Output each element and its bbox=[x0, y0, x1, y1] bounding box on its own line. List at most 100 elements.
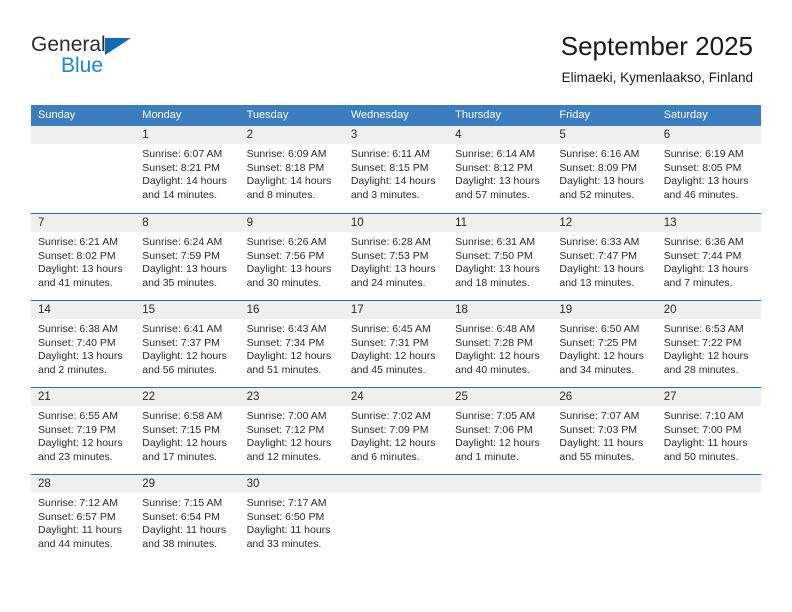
calendar-day-cell[interactable]: 10 Sunrise: 6:28 AM Sunset: 7:53 PM Dayligh… bbox=[343, 214, 449, 300]
calendar-day-cell[interactable]: 30 Sunrise: 7:17 AM Sunset: 6:50 PM Dayligh… bbox=[239, 475, 344, 562]
sunrise-text: Sunrise: 6:45 AM bbox=[350, 323, 431, 335]
calendar-day-cell-empty bbox=[552, 475, 657, 562]
sunset-text: Sunset: 7:47 PM bbox=[559, 249, 638, 262]
day-details: Sunrise: 6:38 AM Sunset: 7:40 PM Daylight:… bbox=[31, 319, 135, 377]
day-number bbox=[31, 126, 136, 144]
daylight-text-line1: Daylight: 13 hours bbox=[246, 263, 332, 276]
day-details: Sunrise: 6:16 AM Sunset: 8:09 PM Daylight:… bbox=[552, 144, 656, 202]
calendar-day-cell[interactable]: 7 Sunrise: 6:21 AM Sunset: 8:02 PM Daylight… bbox=[31, 214, 136, 300]
calendar-day-cell[interactable]: 24 Sunrise: 7:02 AM Sunset: 7:09 PM Dayligh… bbox=[343, 388, 449, 474]
calendar-day-cell[interactable]: 6 Sunrise: 6:19 AM Sunset: 8:05 PM Daylight… bbox=[656, 126, 761, 213]
calendar-day-cell[interactable]: 28 Sunrise: 7:12 AM Sunset: 6:57 PM Dayligh… bbox=[31, 475, 136, 562]
calendar-day-cell[interactable]: 15 Sunrise: 6:41 AM Sunset: 7:37 PM Dayligh… bbox=[135, 301, 240, 387]
day-details: Sunrise: 6:53 AM Sunset: 7:22 PM Daylight:… bbox=[657, 319, 761, 377]
sunrise-text: Sunrise: 6:55 AM bbox=[38, 410, 118, 422]
calendar-day-cell[interactable]: 21 Sunrise: 6:55 AM Sunset: 7:19 PM Dayligh… bbox=[31, 388, 136, 474]
calendar-day-cell[interactable]: 22 Sunrise: 6:58 AM Sunset: 7:15 PM Dayligh… bbox=[135, 388, 240, 474]
day-number: 7 bbox=[31, 214, 136, 232]
calendar-day-cell-empty bbox=[448, 475, 553, 562]
day-details: Sunrise: 7:12 AM Sunset: 6:57 PM Daylight:… bbox=[31, 493, 135, 551]
day-number bbox=[552, 475, 657, 493]
day-number: 27 bbox=[656, 388, 761, 406]
weekday-header-thursday: Thursday bbox=[455, 109, 501, 121]
calendar-day-cell[interactable]: 11 Sunrise: 6:31 AM Sunset: 7:50 PM Dayligh… bbox=[448, 214, 553, 300]
calendar-day-cell[interactable]: 4 Sunrise: 6:14 AM Sunset: 8:12 PM Daylight… bbox=[448, 126, 553, 213]
sunset-text: Sunset: 8:18 PM bbox=[246, 161, 325, 174]
weekday-header-sunday: Sunday bbox=[38, 109, 76, 121]
calendar-day-cell[interactable]: 5 Sunrise: 6:16 AM Sunset: 8:09 PM Daylight… bbox=[552, 126, 657, 213]
daylight-text-line2: and 13 minutes. bbox=[559, 276, 635, 289]
sunset-text: Sunset: 8:12 PM bbox=[455, 161, 533, 174]
day-number: 5 bbox=[552, 126, 657, 144]
calendar-day-cell[interactable]: 13 Sunrise: 6:36 AM Sunset: 7:44 PM Dayligh… bbox=[656, 214, 761, 300]
calendar-day-cell[interactable]: 23 Sunrise: 7:00 AM Sunset: 7:12 PM Dayligh… bbox=[239, 388, 344, 474]
calendar-day-cell[interactable]: 3 Sunrise: 6:11 AM Sunset: 8:15 PM Daylight… bbox=[343, 126, 449, 213]
day-details: Sunrise: 6:07 AM Sunset: 8:21 PM Daylight:… bbox=[135, 144, 239, 202]
daylight-text-line2: and 45 minutes. bbox=[350, 363, 426, 376]
sunset-text: Sunset: 7:19 PM bbox=[38, 423, 116, 436]
calendar-day-cell[interactable]: 20 Sunrise: 6:53 AM Sunset: 7:22 PM Dayligh… bbox=[656, 301, 761, 387]
sunrise-text: Sunrise: 6:07 AM bbox=[142, 148, 223, 160]
generalblue-logo[interactable]: General Blue bbox=[31, 33, 151, 81]
sunrise-text: Sunrise: 6:58 AM bbox=[142, 410, 223, 422]
daylight-text-line2: and 35 minutes. bbox=[142, 276, 217, 289]
calendar-day-cell[interactable]: 9 Sunrise: 6:26 AM Sunset: 7:56 PM Daylight… bbox=[239, 214, 344, 300]
calendar-day-cell[interactable]: 14 Sunrise: 6:38 AM Sunset: 7:40 PM Dayligh… bbox=[31, 301, 136, 387]
daylight-text-line2: and 24 minutes. bbox=[350, 276, 426, 289]
day-details: Sunrise: 6:50 AM Sunset: 7:25 PM Daylight:… bbox=[552, 319, 656, 377]
daylight-text-line1: Daylight: 13 hours bbox=[38, 263, 123, 276]
calendar-day-cell[interactable]: 8 Sunrise: 6:24 AM Sunset: 7:59 PM Daylight… bbox=[135, 214, 240, 300]
day-number: 1 bbox=[135, 126, 240, 144]
daylight-text-line2: and 12 minutes. bbox=[246, 450, 322, 463]
calendar-day-cell[interactable]: 19 Sunrise: 6:50 AM Sunset: 7:25 PM Dayligh… bbox=[552, 301, 657, 387]
daylight-text-line1: Daylight: 12 hours bbox=[142, 437, 227, 450]
sunset-text: Sunset: 8:02 PM bbox=[38, 249, 116, 262]
sunset-text: Sunset: 8:15 PM bbox=[350, 161, 429, 174]
sunrise-text: Sunrise: 6:38 AM bbox=[38, 323, 118, 335]
sunset-text: Sunset: 7:12 PM bbox=[246, 423, 325, 436]
daylight-text-line2: and 33 minutes. bbox=[246, 537, 322, 550]
sunrise-text: Sunrise: 6:19 AM bbox=[663, 148, 744, 160]
sunset-text: Sunset: 8:09 PM bbox=[559, 161, 638, 174]
day-details: Sunrise: 7:10 AM Sunset: 7:00 PM Daylight:… bbox=[657, 406, 761, 464]
calendar-week-row: 1 Sunrise: 6:07 AM Sunset: 8:21 PM Daylight… bbox=[31, 126, 761, 213]
sunrise-text: Sunrise: 7:15 AM bbox=[142, 497, 223, 509]
daylight-text-line1: Daylight: 11 hours bbox=[663, 437, 748, 450]
calendar-day-cell[interactable]: 12 Sunrise: 6:33 AM Sunset: 7:47 PM Dayligh… bbox=[552, 214, 657, 300]
weekday-header-monday: Monday bbox=[142, 109, 182, 121]
calendar-day-cell[interactable]: 2 Sunrise: 6:09 AM Sunset: 8:18 PM Daylight… bbox=[239, 126, 344, 213]
day-details: Sunrise: 6:41 AM Sunset: 7:37 PM Daylight:… bbox=[135, 319, 239, 377]
calendar-week-row: 7 Sunrise: 6:21 AM Sunset: 8:02 PM Daylight… bbox=[31, 213, 761, 300]
daylight-text-line2: and 23 minutes. bbox=[38, 450, 113, 463]
sunset-text: Sunset: 8:21 PM bbox=[142, 161, 220, 174]
calendar-day-cell[interactable]: 27 Sunrise: 7:10 AM Sunset: 7:00 PM Dayligh… bbox=[656, 388, 761, 474]
calendar-day-cell[interactable]: 25 Sunrise: 7:05 AM Sunset: 7:06 PM Dayligh… bbox=[448, 388, 553, 474]
daylight-text-line2: and 44 minutes. bbox=[38, 537, 113, 550]
calendar-day-cell[interactable]: 18 Sunrise: 6:48 AM Sunset: 7:28 PM Dayligh… bbox=[448, 301, 553, 387]
daylight-text-line1: Daylight: 11 hours bbox=[246, 524, 331, 537]
calendar-day-cell[interactable]: 26 Sunrise: 7:07 AM Sunset: 7:03 PM Dayligh… bbox=[552, 388, 657, 474]
calendar-day-cell[interactable]: 16 Sunrise: 6:43 AM Sunset: 7:34 PM Dayligh… bbox=[239, 301, 344, 387]
daylight-text-line2: and 51 minutes. bbox=[246, 363, 322, 376]
sunset-text: Sunset: 7:59 PM bbox=[142, 249, 220, 262]
sunset-text: Sunset: 6:54 PM bbox=[142, 510, 220, 523]
sunrise-text: Sunrise: 7:12 AM bbox=[38, 497, 118, 509]
sunrise-text: Sunrise: 6:14 AM bbox=[455, 148, 536, 160]
calendar-day-cell[interactable]: 17 Sunrise: 6:45 AM Sunset: 7:31 PM Dayligh… bbox=[343, 301, 449, 387]
sunset-text: Sunset: 7:09 PM bbox=[350, 423, 429, 436]
sunrise-text: Sunrise: 6:50 AM bbox=[559, 323, 640, 335]
daylight-text-line2: and 7 minutes. bbox=[663, 276, 733, 289]
day-details: Sunrise: 6:48 AM Sunset: 7:28 PM Daylight:… bbox=[448, 319, 552, 377]
daylight-text-line2: and 52 minutes. bbox=[559, 188, 635, 201]
day-details: Sunrise: 6:11 AM Sunset: 8:15 PM Daylight:… bbox=[344, 144, 448, 202]
sunrise-text: Sunrise: 6:11 AM bbox=[350, 148, 431, 160]
calendar-day-cell[interactable]: 1 Sunrise: 6:07 AM Sunset: 8:21 PM Daylight… bbox=[135, 126, 240, 213]
daylight-text-line2: and 6 minutes. bbox=[350, 450, 420, 463]
sunset-text: Sunset: 7:28 PM bbox=[455, 336, 533, 349]
calendar-day-cell[interactable]: 29 Sunrise: 7:15 AM Sunset: 6:54 PM Dayligh… bbox=[135, 475, 240, 562]
sunset-text: Sunset: 7:03 PM bbox=[559, 423, 638, 436]
day-number bbox=[656, 475, 761, 493]
day-number: 8 bbox=[135, 214, 240, 232]
daylight-text-line1: Daylight: 12 hours bbox=[559, 350, 645, 363]
daylight-text-line2: and 57 minutes. bbox=[455, 188, 530, 201]
